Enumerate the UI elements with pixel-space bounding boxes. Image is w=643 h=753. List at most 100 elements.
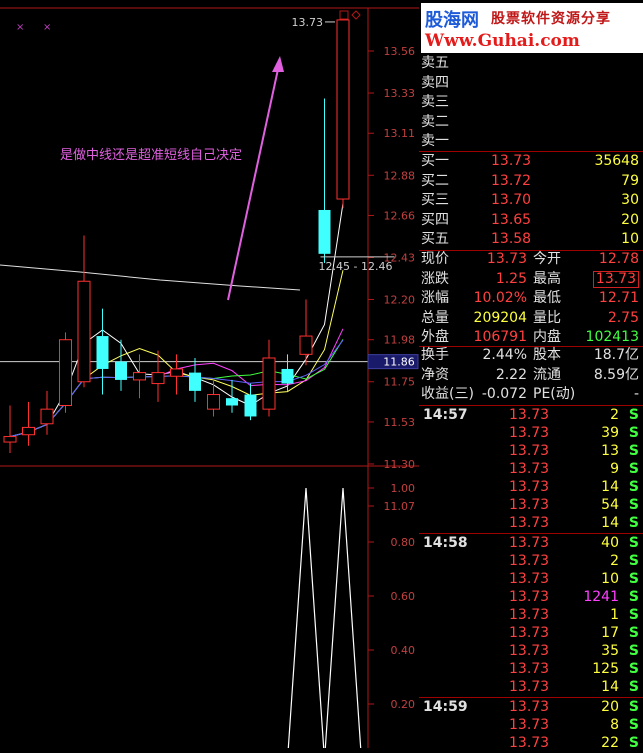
marker-x: × — [43, 22, 51, 33]
tick-row[interactable]: 13.73 22 S — [421, 734, 643, 753]
tick-price: 13.73 — [509, 679, 550, 695]
ma120-line — [0, 264, 301, 291]
tick-row[interactable]: 13.73 54 S — [421, 496, 643, 515]
stat-value: 2.75 — [607, 309, 639, 326]
stat-row: 净资 2.22 流通 8.59亿 — [421, 366, 643, 385]
tick-price: 13.73 — [509, 589, 550, 605]
tick-row[interactable]: 13.73 1 S — [421, 606, 643, 625]
annotation-arrow — [227, 59, 281, 301]
stat-label: 今开 — [533, 251, 561, 267]
tick-row[interactable]: 13.73 35 S — [421, 642, 643, 661]
tick-row[interactable]: 13.73 10 S — [421, 570, 643, 589]
candle-down — [96, 336, 109, 369]
tick-volume: 14 — [601, 479, 619, 495]
tick-side: S — [628, 607, 639, 623]
stat-label: 净资 — [421, 366, 449, 383]
tick-time: 14:57 — [423, 407, 468, 423]
tick-volume: 22 — [601, 735, 619, 751]
logo-subtitle: 股票软件资源分享 — [491, 11, 611, 27]
stat-label: 最高 — [533, 270, 561, 287]
candle-up — [336, 19, 350, 200]
tick-side: S — [628, 717, 639, 733]
tick-row[interactable]: 13.73 17 S — [421, 624, 643, 643]
buy-label: 买五 — [421, 231, 449, 247]
tick-side: S — [628, 589, 639, 605]
buy-volume: 79 — [621, 172, 639, 189]
tick-row[interactable]: 13.73 39 S — [421, 424, 643, 443]
stat-value: 10.02% — [473, 290, 527, 306]
buy-volume: 35648 — [594, 153, 639, 169]
stat-label: 外盘 — [421, 329, 449, 345]
candle-up — [77, 280, 91, 383]
high-price-label: 13.73 — [292, 16, 324, 29]
stat-label: 总量 — [421, 309, 449, 326]
candle-up — [299, 335, 313, 355]
sell-row: 卖四 — [421, 74, 643, 93]
tick-volume: 14 — [601, 679, 619, 695]
tick-price: 13.73 — [509, 553, 550, 569]
tick-row[interactable]: 14:57 13.73 2 S — [421, 406, 643, 425]
sub-tick-label: 0.40 — [391, 644, 416, 657]
tick-row[interactable]: 13.73 13 S — [421, 442, 643, 461]
price-tick-label: 11.53 — [384, 416, 416, 429]
tick-price: 13.73 — [509, 461, 550, 477]
candle-up — [170, 368, 183, 377]
tick-volume: 10 — [601, 571, 619, 587]
candle-down — [115, 361, 127, 380]
tick-time: 14:58 — [423, 535, 468, 551]
tick-price: 13.73 — [509, 699, 550, 715]
stat-value: - — [633, 386, 639, 402]
tick-volume: 1 — [610, 607, 619, 623]
tick-side: S — [628, 661, 639, 677]
price-tick-label: 11.98 — [384, 334, 416, 347]
stat-value: 102413 — [585, 329, 639, 345]
tick-volume: 39 — [601, 425, 619, 441]
stat-row: 外盘 106791 内盘 102413 — [421, 328, 643, 347]
candle-up — [22, 426, 35, 436]
price-tick-label: 12.88 — [384, 169, 416, 182]
tick-row[interactable]: 13.73 2 S — [421, 552, 643, 571]
stat-value: 13.73 — [486, 251, 527, 267]
sub-tick-label: 0.20 — [391, 698, 416, 711]
tick-row[interactable]: 13.73 14 S — [421, 514, 643, 533]
buy-price: 13.70 — [491, 192, 532, 208]
buy-volume: 20 — [621, 211, 639, 228]
tick-row[interactable]: 13.73 1241 S — [421, 588, 643, 607]
tick-side: S — [628, 443, 639, 459]
candle-up — [3, 436, 17, 443]
current-price-label: 11.86 — [383, 356, 415, 369]
price-tick-label: 13.56 — [384, 45, 416, 58]
stat-row: 现价 13.73 今开 12.78 — [421, 250, 643, 269]
price-tick-label: 11.07 — [384, 500, 416, 513]
tick-row[interactable]: 14:58 13.73 40 S — [421, 534, 643, 553]
candle-down — [189, 372, 201, 391]
stat-value: 2.44% — [482, 347, 527, 363]
tick-row[interactable]: 13.73 125 S — [421, 660, 643, 679]
buy-price: 13.72 — [491, 172, 532, 189]
candle-up — [40, 408, 54, 425]
stat-row: 涨幅 10.02% 最低 12.71 — [421, 289, 643, 308]
tick-row[interactable]: 13.73 14 S — [421, 678, 643, 697]
price-tick-label: 11.30 — [384, 458, 416, 471]
stat-value: 209204 — [473, 309, 527, 326]
tick-row[interactable]: 13.73 8 S — [421, 716, 643, 735]
tick-row[interactable]: 13.73 9 S — [421, 460, 643, 479]
stat-value: 1.25 — [495, 270, 527, 287]
stat-label: 现价 — [421, 251, 449, 267]
tick-row[interactable]: 13.73 14 S — [421, 478, 643, 497]
candle-down — [318, 209, 331, 254]
stat-label: 涨跌 — [421, 270, 449, 287]
tick-price: 13.73 — [509, 535, 550, 551]
tick-side: S — [628, 535, 639, 551]
tick-row[interactable]: 14:59 13.73 20 S — [421, 698, 643, 717]
buy-row: 买五 13.58 10 — [421, 230, 643, 249]
sub-tick-label: 0.60 — [391, 590, 416, 603]
buy-price: 13.58 — [491, 231, 532, 247]
tick-price: 13.73 — [509, 479, 550, 495]
tick-side: S — [628, 425, 639, 441]
kline-chart[interactable]: 13.5613.3313.1112.8812.6612.4312.2011.98… — [0, 0, 419, 748]
tick-side: S — [628, 643, 639, 659]
sell-row: 卖三 — [421, 93, 643, 112]
tick-price: 13.73 — [509, 607, 550, 623]
price-tick-label: 13.11 — [384, 127, 416, 140]
